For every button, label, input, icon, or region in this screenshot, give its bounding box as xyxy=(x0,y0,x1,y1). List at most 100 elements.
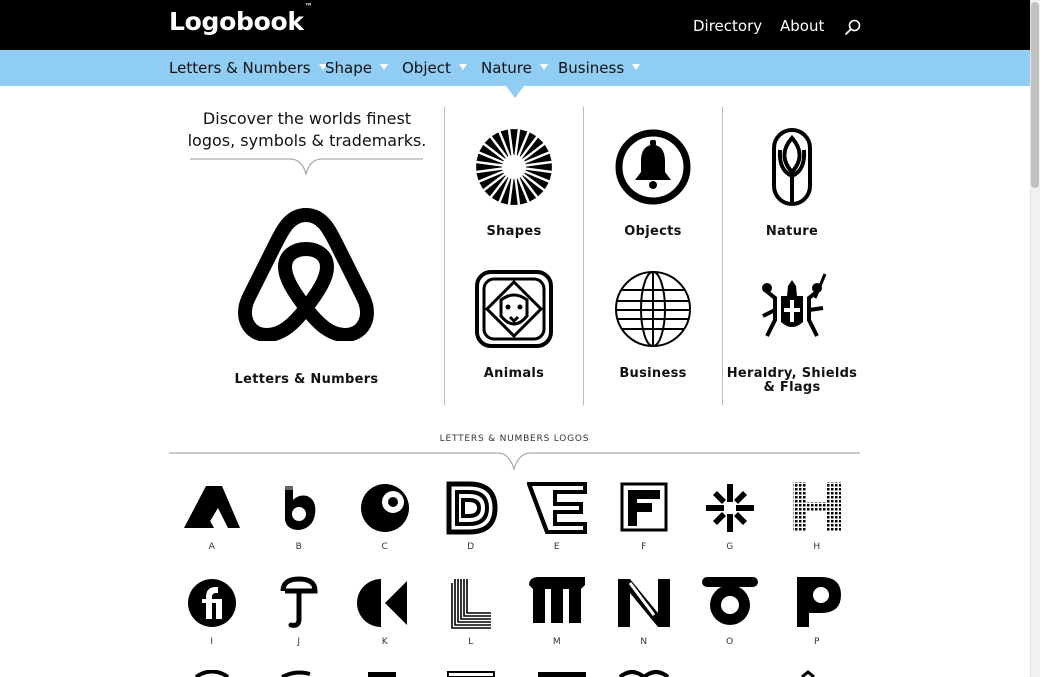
tagline-line: Discover the worlds finest xyxy=(202,109,412,128)
letter-tile-p[interactable]: P xyxy=(774,575,860,665)
tagline-line: logos, symbols & trademarks. xyxy=(187,131,427,150)
dropdown-caret-icon xyxy=(539,63,548,70)
lion-icon xyxy=(475,270,553,348)
category-nav-shape[interactable]: Shape xyxy=(325,59,388,77)
category-card-business[interactable]: Business xyxy=(584,250,722,390)
letter-tile-label: G xyxy=(726,542,734,552)
section-divider xyxy=(169,452,860,471)
letter-tile-l[interactable]: L xyxy=(428,575,514,665)
letter-d-logo-icon xyxy=(446,481,498,535)
letter-h-logo-icon xyxy=(793,482,841,532)
letter-tile-d[interactable]: D xyxy=(428,480,514,570)
site-tagline: Discover the worlds finest logos, symbol… xyxy=(169,108,445,152)
featured-label[interactable]: Letters & Numbers xyxy=(190,372,423,387)
letter-p-logo-icon xyxy=(797,577,841,627)
letter-f-logo-icon xyxy=(620,482,668,532)
letter-tile-label: H xyxy=(813,542,821,552)
category-card-objects[interactable]: Objects xyxy=(584,108,722,248)
site-logo[interactable]: Logobook™ xyxy=(169,2,313,36)
category-card-label: Nature xyxy=(765,224,819,239)
letter-tile-h[interactable]: H xyxy=(774,480,860,570)
burst-ray xyxy=(510,129,518,156)
letter-tile-label: L xyxy=(468,637,474,647)
category-card-heraldry[interactable]: Heraldry, Shields & Flags xyxy=(723,250,861,395)
coat-of-arms-icon xyxy=(762,273,827,337)
letter-o-logo-icon xyxy=(702,577,758,625)
category-card-nature[interactable]: Nature xyxy=(723,108,861,248)
globe-icon xyxy=(615,271,691,347)
burst-ray xyxy=(525,163,552,171)
category-card-label: Heraldry, Shields & Flags xyxy=(726,366,858,395)
category-card-label: Business xyxy=(619,366,687,381)
nav-directory-link[interactable]: Directory xyxy=(693,17,762,35)
letter-tile-label: J xyxy=(297,637,301,647)
letter-tile-label: D xyxy=(467,542,475,552)
scrollbar-thumb[interactable] xyxy=(1031,2,1039,188)
letter-tile-k[interactable]: K xyxy=(342,575,428,665)
letter-b-logo-icon xyxy=(285,486,316,530)
page-scrollbar[interactable] xyxy=(1030,0,1040,677)
letter-l-logo-icon xyxy=(451,579,491,629)
letter-e-logo-icon xyxy=(527,482,587,534)
bell-icon xyxy=(615,129,691,205)
letter-tile-g[interactable]: G xyxy=(687,480,773,570)
letter-tile-m[interactable]: M xyxy=(514,575,600,665)
category-nav-label: Shape xyxy=(325,59,372,77)
burst-ray xyxy=(510,178,518,205)
category-nav-label: Business xyxy=(558,59,625,77)
letter-tile-n[interactable]: N xyxy=(601,575,687,665)
nav-about-link[interactable]: About xyxy=(780,17,824,35)
search-icon[interactable] xyxy=(844,18,862,36)
category-card-label: Objects xyxy=(624,224,682,239)
letter-m-logo-icon xyxy=(529,577,585,623)
trademark-mark: ™ xyxy=(304,1,313,11)
category-nav-label: Object xyxy=(402,59,451,77)
letter-tile-c[interactable]: C xyxy=(342,480,428,570)
tagline-divider xyxy=(190,158,423,176)
dropdown-caret-icon xyxy=(458,63,467,70)
letter-tile-label: C xyxy=(381,542,389,552)
letter-tile-j[interactable]: J xyxy=(256,575,342,665)
letter-tile-label: I xyxy=(210,637,214,647)
category-nav-object[interactable]: Object xyxy=(402,59,467,77)
category-card-animals[interactable]: Animals xyxy=(445,250,583,390)
category-nav-letters-numbers[interactable]: Letters & Numbers xyxy=(169,59,327,77)
category-nav-business[interactable]: Business xyxy=(558,59,641,77)
letter-i-logo-icon xyxy=(188,579,236,627)
letter-tile-f[interactable]: F xyxy=(601,480,687,570)
letter-tile-label: M xyxy=(552,637,562,647)
letter-tile-i[interactable]: I xyxy=(169,575,255,665)
top-bar: Logobook™ Directory About xyxy=(0,0,1030,50)
tulip-icon xyxy=(772,128,812,206)
featured-logo-airbnb-icon[interactable] xyxy=(235,207,377,341)
category-card-shapes[interactable]: Shapes xyxy=(445,108,583,248)
letter-tile-o[interactable]: O xyxy=(687,575,773,665)
letter-tile-label: E xyxy=(553,542,561,552)
letter-c-logo-icon xyxy=(361,484,409,532)
letter-tile-e[interactable]: E xyxy=(514,480,600,570)
category-nav-label: Letters & Numbers xyxy=(169,59,311,77)
letter-tile-label: P xyxy=(813,637,821,647)
category-card-label: Animals xyxy=(483,366,545,381)
letter-tile-label: K xyxy=(381,637,389,647)
next-row-logos-partial xyxy=(194,670,815,677)
letter-tile-a[interactable]: A xyxy=(169,480,255,570)
category-nav-label: Nature xyxy=(481,59,532,77)
letter-tile-label: N xyxy=(640,637,648,647)
letter-a-logo-icon xyxy=(184,486,240,528)
letter-k-logo-icon xyxy=(357,579,407,627)
letter-j-logo-icon xyxy=(280,576,318,628)
site-logo-text[interactable]: Logobook xyxy=(169,7,304,36)
category-nav-notch xyxy=(506,86,524,98)
category-nav-nature[interactable]: Nature xyxy=(481,59,548,77)
category-nav: Letters & Numbers Shape Object Nature Bu… xyxy=(0,50,1030,86)
letter-tile-label: B xyxy=(295,542,303,552)
letter-tile-label: A xyxy=(208,542,216,552)
dropdown-caret-icon xyxy=(379,63,388,70)
category-card-label: Shapes xyxy=(486,224,542,239)
letter-tile-label: F xyxy=(641,542,647,552)
letter-tile-label: O xyxy=(726,637,734,647)
radial-burst-icon xyxy=(476,129,552,205)
letter-tile-b[interactable]: B xyxy=(256,480,342,570)
letter-g-logo-icon xyxy=(706,484,754,532)
